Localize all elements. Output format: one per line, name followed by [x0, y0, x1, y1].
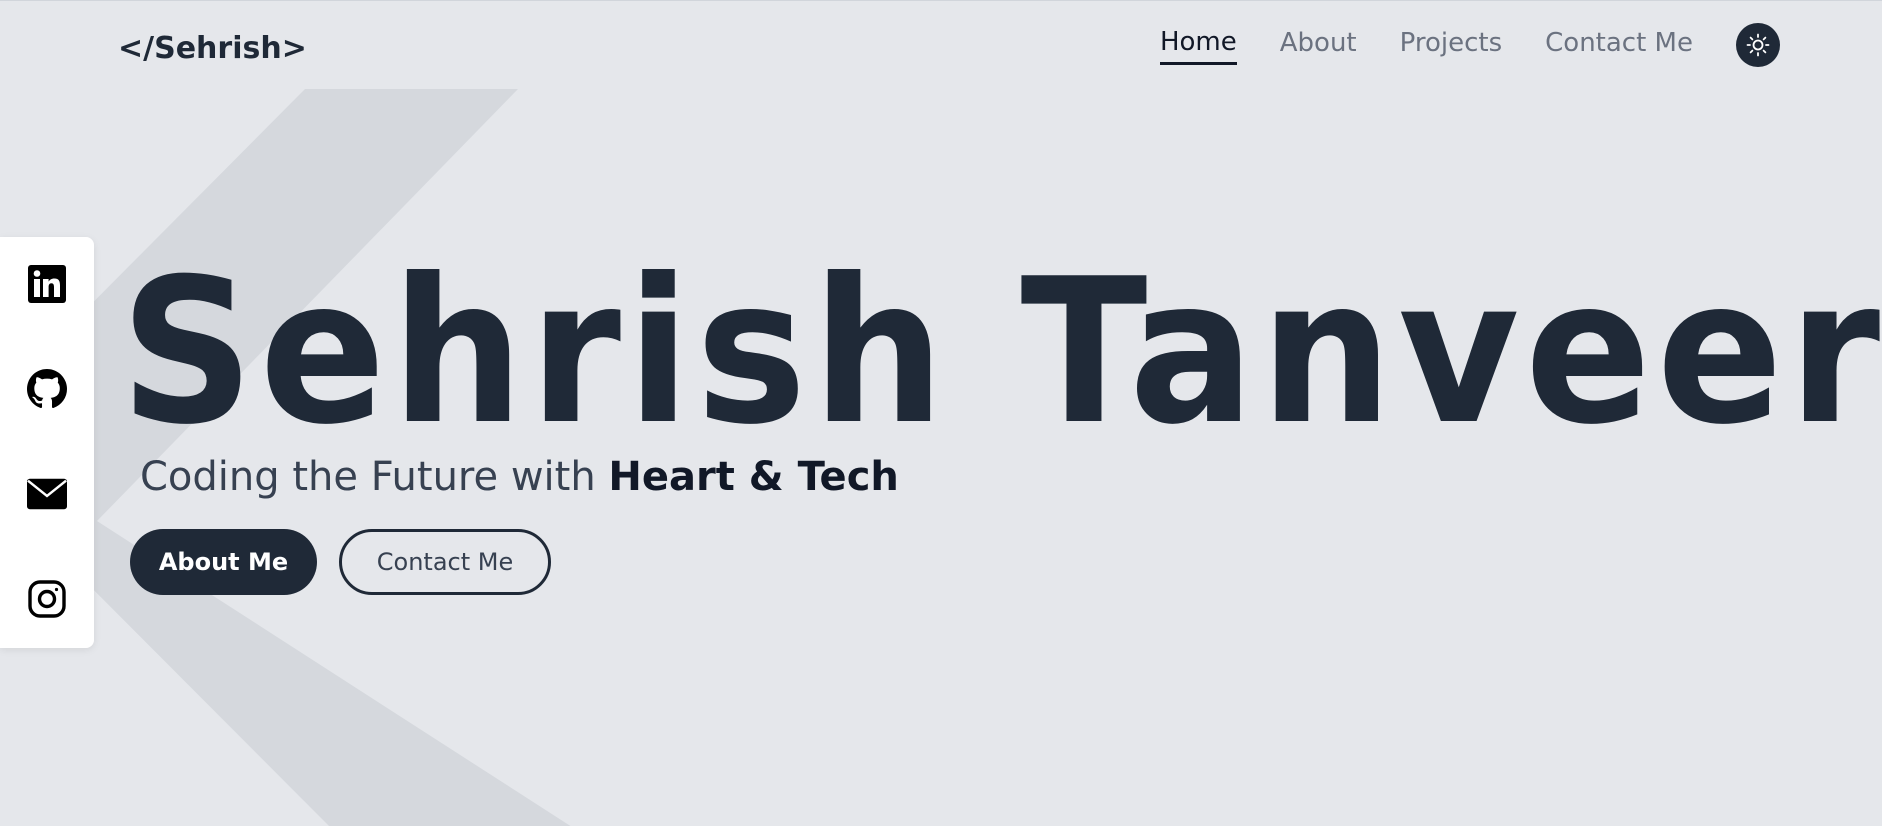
email-link[interactable]: [27, 474, 67, 514]
tagline-text: Coding the Future with: [140, 454, 609, 500]
site-logo[interactable]: </Sehrish>: [118, 31, 307, 66]
page: </Sehrish> Home About Projects Contact M…: [0, 0, 1882, 826]
hero-name-heading: Sehrish Tanveer: [120, 236, 1882, 469]
nav-link-contact[interactable]: Contact Me: [1545, 26, 1693, 63]
linkedin-link[interactable]: [27, 264, 67, 304]
linkedin-icon: [28, 265, 66, 303]
theme-toggle-button[interactable]: [1736, 23, 1780, 67]
main-nav: Home About Projects Contact Me: [1159, 23, 1882, 67]
mail-icon: [27, 478, 67, 510]
about-me-button[interactable]: About Me: [130, 529, 317, 595]
nav-link-projects[interactable]: Projects: [1400, 26, 1503, 63]
github-icon: [27, 369, 67, 409]
tagline-emphasis: Heart & Tech: [608, 454, 899, 500]
github-link[interactable]: [27, 369, 67, 409]
hero-tagline: Coding the Future with Heart & Tech: [140, 454, 899, 500]
sun-icon: [1746, 33, 1770, 57]
contact-me-button[interactable]: Contact Me: [339, 529, 551, 595]
instagram-link[interactable]: [27, 579, 67, 619]
nav-link-home[interactable]: Home: [1159, 25, 1237, 66]
social-sidebar: [0, 237, 94, 648]
instagram-icon: [28, 580, 66, 618]
nav-link-about[interactable]: About: [1280, 26, 1357, 63]
